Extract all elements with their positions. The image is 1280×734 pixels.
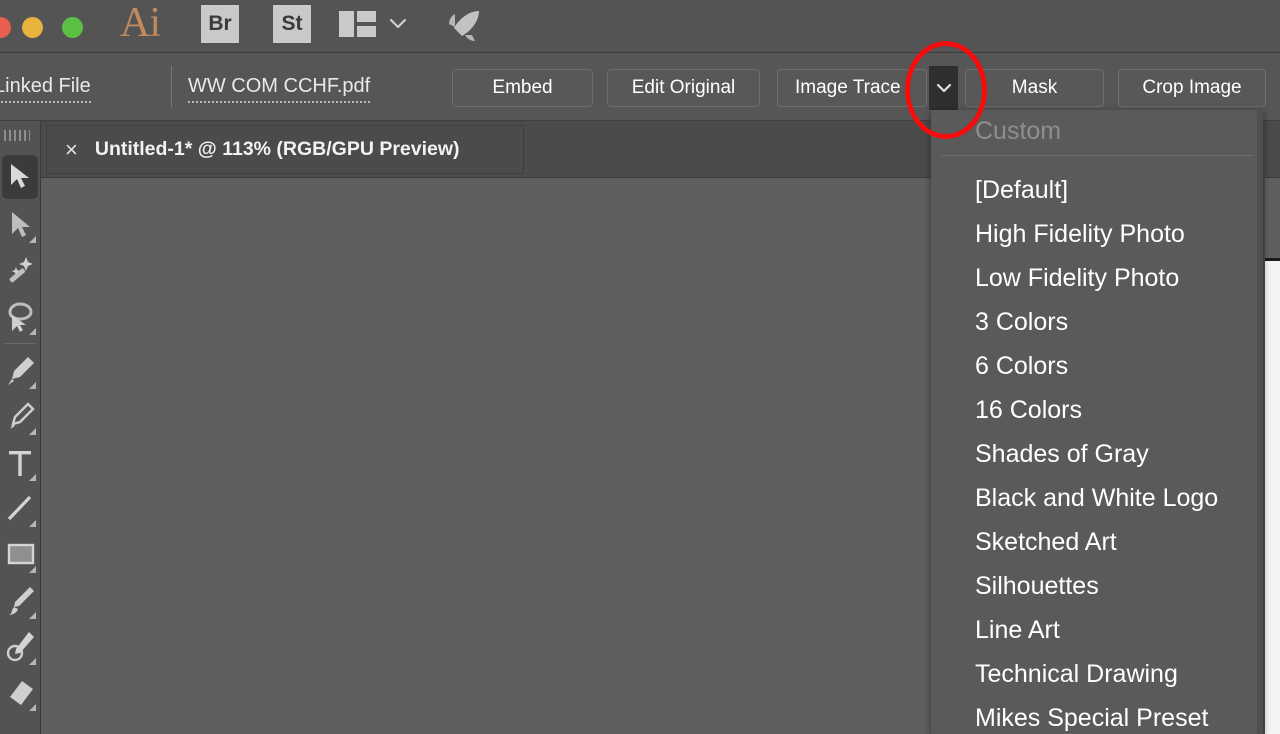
selection-tool[interactable]	[2, 155, 38, 199]
menu-item[interactable]: Line Art	[931, 608, 1263, 652]
mask-button[interactable]: Mask	[965, 69, 1104, 107]
chevron-down-icon[interactable]	[388, 13, 408, 33]
tool-flyout-indicator[interactable]	[29, 236, 36, 243]
document-tab[interactable]: × Untitled-1* @ 113% (RGB/GPU Preview)	[46, 125, 524, 174]
tool-flyout-indicator[interactable]	[29, 704, 36, 711]
menu-item-list: [Default] High Fidelity Photo Low Fidelity…	[931, 168, 1263, 734]
tools-panel	[0, 121, 41, 734]
tool-flyout-indicator[interactable]	[29, 520, 36, 527]
paintbrush-tool[interactable]	[2, 579, 38, 623]
menu-item[interactable]: 16 Colors	[931, 388, 1263, 432]
menu-item[interactable]: Silhouettes	[931, 564, 1263, 608]
tool-flyout-indicator[interactable]	[29, 474, 36, 481]
rectangle-tool[interactable]	[2, 533, 38, 577]
embed-button[interactable]: Embed	[452, 69, 593, 107]
magic-wand-tool[interactable]	[2, 249, 38, 293]
add-anchor-point-tool[interactable]	[2, 395, 38, 439]
link-status-label: Linked File	[0, 74, 91, 103]
menu-item[interactable]: Black and White Logo	[931, 476, 1263, 520]
image-trace-preset-chevron-down-icon[interactable]	[929, 66, 958, 110]
menu-separator	[941, 155, 1253, 156]
close-document-icon[interactable]: ×	[65, 138, 78, 161]
eraser-tool[interactable]	[2, 671, 38, 715]
tool-flyout-indicator[interactable]	[29, 328, 36, 335]
menu-item[interactable]: 3 Colors	[931, 300, 1263, 344]
crop-image-button[interactable]: Crop Image	[1118, 69, 1266, 107]
direct-selection-tool[interactable]	[2, 203, 38, 247]
menu-item[interactable]: Mikes Special Preset	[931, 696, 1263, 734]
maximize-window-button[interactable]	[62, 17, 83, 38]
rocket-icon[interactable]	[443, 8, 483, 46]
artboard[interactable]	[1265, 258, 1280, 734]
control-bar-divider	[171, 66, 172, 108]
menu-item[interactable]: 6 Colors	[931, 344, 1263, 388]
edit-original-button[interactable]: Edit Original	[607, 69, 760, 107]
minimize-window-button[interactable]	[22, 17, 43, 38]
menu-scrollbar[interactable]	[1257, 110, 1263, 734]
menu-item[interactable]: Low Fidelity Photo	[931, 256, 1263, 300]
tools-divider	[4, 343, 36, 344]
stock-button[interactable]: St	[273, 5, 311, 43]
arrange-documents-icon[interactable]	[339, 11, 376, 37]
menu-item[interactable]: Technical Drawing	[931, 652, 1263, 696]
bridge-button[interactable]: Br	[201, 5, 239, 43]
illustrator-window: Ai Br St Linked File WW COM CCHF.pdf Emb…	[0, 0, 1280, 734]
menu-item[interactable]: Shades of Gray	[931, 432, 1263, 476]
pencil-tool[interactable]	[2, 625, 38, 669]
tools-panel-drag-handle[interactable]	[4, 130, 30, 141]
tool-flyout-indicator[interactable]	[29, 612, 36, 619]
image-trace-preset-menu[interactable]: Custom [Default] High Fidelity Photo Low F…	[931, 110, 1263, 734]
window-title-bar: Ai Br St	[0, 0, 1280, 53]
menu-section-header: Custom	[975, 117, 1062, 145]
line-segment-tool[interactable]	[2, 487, 38, 531]
menu-item[interactable]: High Fidelity Photo	[931, 212, 1263, 256]
tool-flyout-indicator[interactable]	[29, 382, 36, 389]
tool-flyout-indicator[interactable]	[29, 566, 36, 573]
lasso-tool[interactable]	[2, 295, 38, 339]
close-window-button[interactable]	[0, 17, 11, 38]
image-trace-button[interactable]: Image Trace	[777, 69, 927, 107]
type-tool[interactable]	[2, 441, 38, 485]
document-tab-title: Untitled-1* @ 113% (RGB/GPU Preview)	[94, 138, 460, 160]
menu-item[interactable]: [Default]	[931, 168, 1263, 212]
illustrator-logo: Ai	[120, 0, 161, 46]
tool-flyout-indicator[interactable]	[29, 658, 36, 665]
menu-item[interactable]: Sketched Art	[931, 520, 1263, 564]
tool-flyout-indicator[interactable]	[29, 428, 36, 435]
pen-tool[interactable]	[2, 349, 38, 393]
linked-file-name[interactable]: WW COM CCHF.pdf	[188, 74, 371, 103]
